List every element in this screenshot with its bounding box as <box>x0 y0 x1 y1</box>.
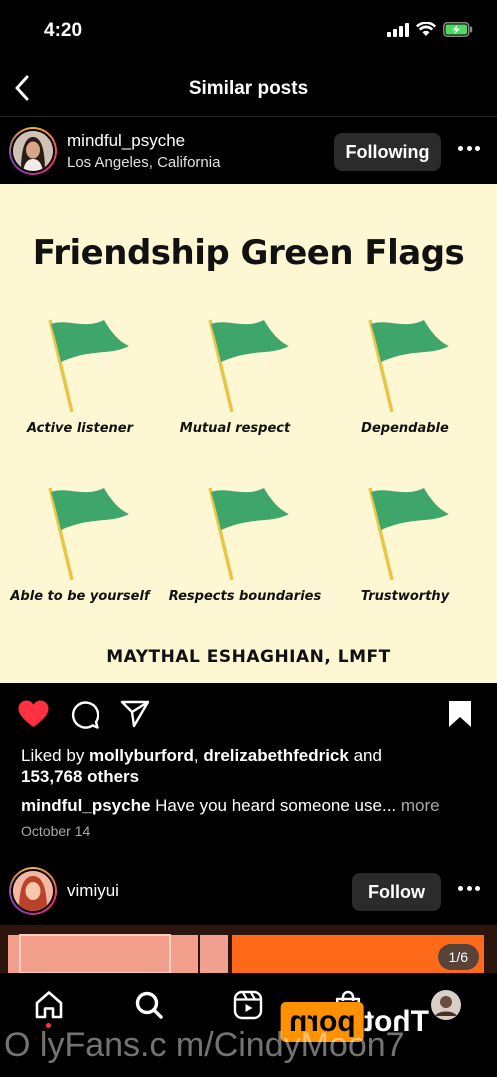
flag-item: Able to be yourself <box>0 484 160 614</box>
flag-label: Dependable <box>361 421 449 436</box>
flag-label: Respects boundaries <box>168 589 322 604</box>
green-flag-icon <box>48 319 129 413</box>
tab-search[interactable] <box>129 985 169 1025</box>
carousel-counter: 1/6 <box>437 944 479 970</box>
avatar-photo <box>13 871 53 911</box>
post-image-art <box>0 925 497 973</box>
page-title: Similar posts <box>188 78 309 99</box>
comment-button[interactable] <box>68 698 100 730</box>
post-caption[interactable]: mindful_psyche Have you heard someone us… <box>21 795 491 816</box>
flag-item: Trustworthy <box>325 484 485 614</box>
flag-label: Able to be yourself <box>10 589 150 604</box>
post-date: October 14 <box>21 823 91 839</box>
liker-username[interactable]: mollyburford <box>89 746 194 765</box>
likes-prefix: Liked by <box>21 746 90 765</box>
post-location[interactable]: Los Angeles, California <box>67 154 220 171</box>
post-header: mindful_psyche Los Angeles, California F… <box>0 117 497 185</box>
cellular-signal-icon <box>387 22 409 37</box>
post-username[interactable]: vimiyui <box>67 881 119 901</box>
flag-item: Mutual respect <box>155 316 315 446</box>
flag-label: Mutual respect <box>179 421 291 436</box>
wifi-icon <box>416 22 436 36</box>
search-icon <box>135 991 163 1019</box>
post-header: vimiyui Follow <box>0 857 497 925</box>
home-icon <box>35 991 63 1019</box>
status-bar: 4:20 <box>0 0 497 62</box>
likes-separator: , <box>193 746 204 765</box>
send-icon <box>120 700 150 728</box>
more-options-icon[interactable] <box>458 144 480 152</box>
caption-more-link[interactable]: more <box>401 796 440 815</box>
liker-username[interactable]: drelizabethfedrick <box>203 746 349 765</box>
avatar-photo <box>13 131 53 171</box>
green-flag-icon <box>368 319 449 413</box>
caption-text: Have you heard someone use... <box>155 796 397 815</box>
avatar[interactable] <box>9 127 57 175</box>
likes-summary[interactable]: Liked by mollyburford, drelizabethfedric… <box>21 745 441 787</box>
watermark-text: O lyFans.c m/CindyMoon7 <box>4 1026 405 1064</box>
status-time: 4:20 <box>44 20 83 41</box>
flag-item: Active listener <box>0 316 160 446</box>
status-icons <box>387 22 473 37</box>
post-username[interactable]: mindful_psyche <box>67 131 185 151</box>
likes-and: and <box>348 746 382 765</box>
green-flag-icon <box>208 487 289 581</box>
caption-username[interactable]: mindful_psyche <box>21 796 150 815</box>
battery-charging-icon <box>443 22 473 37</box>
nav-header: Similar posts <box>0 62 497 116</box>
share-button[interactable] <box>119 698 151 730</box>
follow-button[interactable]: Follow <box>352 873 441 911</box>
green-flag-icon <box>48 487 129 581</box>
tab-home[interactable] <box>29 985 69 1025</box>
flag-label: Trustworthy <box>360 589 450 604</box>
heart-filled-icon <box>18 700 48 727</box>
green-flag-icon <box>208 319 289 413</box>
tab-reels[interactable] <box>228 985 268 1025</box>
following-button[interactable]: Following <box>334 133 441 171</box>
post-image[interactable] <box>0 925 497 973</box>
comment-icon <box>71 700 99 729</box>
more-options-icon[interactable] <box>458 884 480 892</box>
likes-count[interactable]: 153,768 others <box>21 767 139 786</box>
green-flag-icon <box>368 487 449 581</box>
image-title: Friendship Green Flags <box>32 233 465 273</box>
flag-item: Respects boundaries <box>165 484 325 614</box>
flag-label: Active listener <box>26 421 134 436</box>
avatar[interactable] <box>9 867 57 915</box>
flag-item: Dependable <box>325 316 485 446</box>
bookmark-filled-icon <box>449 701 471 727</box>
post-actions <box>0 690 497 738</box>
save-button[interactable] <box>444 698 476 730</box>
reels-icon <box>233 990 263 1020</box>
image-credit: MAYTHAL ESHAGHIAN, LMFT <box>106 647 391 667</box>
like-button[interactable] <box>17 698 49 730</box>
